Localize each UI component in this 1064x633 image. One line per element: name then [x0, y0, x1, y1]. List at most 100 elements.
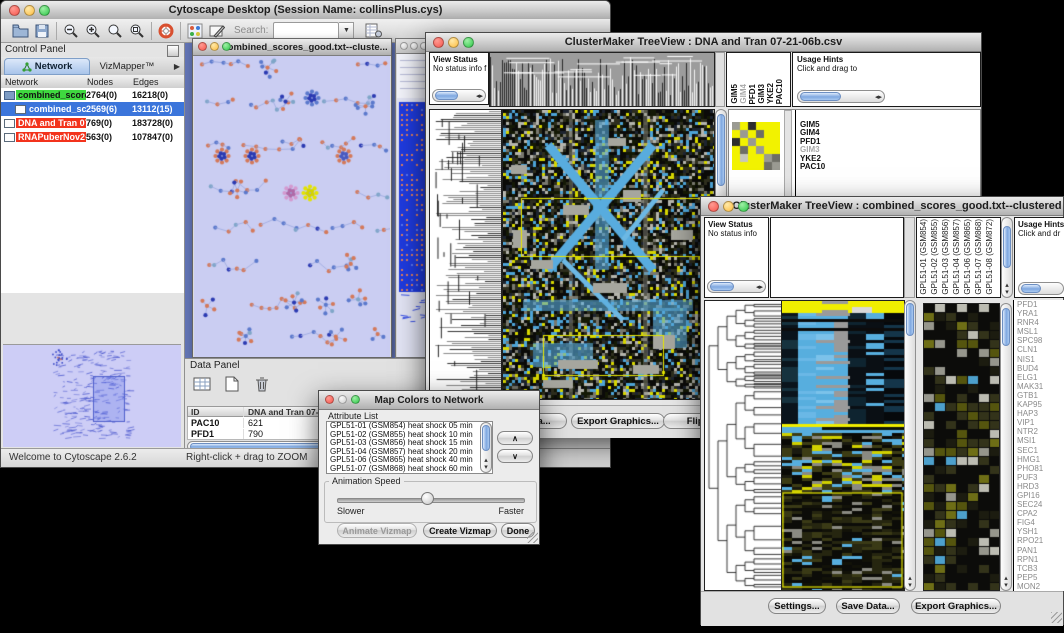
column-label[interactable]: GPL51-02 (GSM855) — [930, 219, 941, 295]
column-label[interactable]: PFD1 — [748, 84, 757, 104]
frame-minimize-button[interactable] — [210, 42, 219, 51]
network-canvas[interactable] — [194, 56, 390, 357]
scrollbar-thumb[interactable] — [717, 114, 725, 186]
gene-label[interactable]: ELG1 — [1014, 373, 1064, 382]
gene-label[interactable]: YSH1 — [1014, 527, 1064, 536]
gene-label[interactable]: RNR4 — [1014, 318, 1064, 327]
column-label[interactable]: GPL51-03 (GSM856) — [941, 219, 952, 295]
gene-label[interactable]: VIP1 — [1014, 418, 1064, 427]
zoom-selected-icon[interactable] — [104, 21, 126, 41]
splitter[interactable] — [715, 52, 725, 107]
gene-label[interactable]: GTB1 — [1014, 391, 1064, 400]
gene-label[interactable]: HRD3 — [1014, 482, 1064, 491]
scrollbar-thumb[interactable] — [906, 303, 914, 336]
scroll-arrows-icon[interactable]: ▴▾ — [1001, 575, 1011, 589]
network-list-row[interactable]: combined_sco 2569(6) 13112(15) — [1, 102, 184, 116]
scroll-arrows-icon[interactable]: ▴▾ — [481, 457, 491, 471]
gene-label[interactable]: FIG4 — [1014, 518, 1064, 527]
usage-hints-hscrollbar[interactable]: ◂▸ — [797, 90, 885, 103]
gene-label[interactable]: PFD1 — [1014, 300, 1064, 309]
tab-overflow-arrow[interactable]: ▶ — [164, 57, 184, 75]
zoom-out-icon[interactable] — [60, 21, 82, 41]
search-dropdown-arrow-icon[interactable]: ▼ — [339, 22, 354, 40]
attribute-item[interactable]: GPL51-07 (GSM868) heat shock 60 min — [327, 465, 492, 474]
frame-close-button[interactable] — [400, 42, 408, 50]
zoom-fit-icon[interactable] — [126, 21, 148, 41]
attribute-list-vscrollbar[interactable]: ▴▾ — [480, 422, 492, 473]
row-dendrogram[interactable] — [704, 300, 782, 591]
gene-label[interactable]: CLN1 — [1014, 345, 1064, 354]
scroll-arrows-icon[interactable]: ◂▸ — [756, 281, 763, 292]
gene-label[interactable]: RPO21 — [1014, 536, 1064, 545]
scrollbar-thumb[interactable] — [1002, 308, 1010, 346]
frame-close-button[interactable] — [198, 42, 207, 51]
network-list-row[interactable]: combined_scores 2764(0) 16218(0) — [1, 88, 184, 102]
secondary-heatmap[interactable] — [923, 303, 1000, 591]
scrollbar-thumb[interactable] — [710, 282, 734, 291]
column-label[interactable]: GPL51-01 (GSM854) — [919, 219, 930, 295]
gene-label[interactable]: MSL1 — [1014, 327, 1064, 336]
splitter[interactable] — [904, 217, 915, 298]
gene-label[interactable]: SEC1 — [1014, 446, 1064, 455]
select-attributes-icon[interactable] — [191, 374, 213, 394]
animate-vizmap-button[interactable]: Animate Vizmap — [337, 523, 417, 538]
treeview2-titlebar[interactable]: ClusterMaker TreeView : combined_scores_… — [701, 197, 1063, 216]
network-list-row[interactable]: DNA and Tran 07 769(0) 183728(0) — [1, 116, 184, 130]
column-label[interactable]: GIM4 — [739, 84, 748, 104]
gene-label[interactable]: NTR2 — [1014, 427, 1064, 436]
save-session-icon[interactable] — [31, 21, 53, 41]
usage-hints-hscrollbar[interactable] — [1018, 282, 1064, 295]
gene-label[interactable]: BUD4 — [1014, 364, 1064, 373]
gene-label[interactable]: RPN1 — [1014, 555, 1064, 564]
float-panel-icon[interactable] — [167, 45, 179, 57]
scrollbar-thumb[interactable] — [482, 425, 490, 451]
column-label[interactable]: GIM5 — [730, 84, 739, 104]
network-list-row[interactable]: RNAPuberNov2+ 563(0) 107847(0) — [1, 130, 184, 144]
view-status-hscrollbar[interactable]: ◂▸ — [432, 89, 486, 102]
create-vizmap-button[interactable]: Create Vizmap — [423, 523, 497, 538]
gene-label[interactable]: PHO81 — [1014, 464, 1064, 473]
gene-label[interactable]: HAP3 — [1014, 409, 1064, 418]
gene-label[interactable]: MON2 — [1014, 582, 1064, 591]
column-label[interactable]: GPL51-04 (GSM857) — [952, 219, 963, 295]
gene-label[interactable]: MSI1 — [1014, 436, 1064, 445]
tab-vizmapper[interactable]: VizMapper™ — [90, 57, 164, 75]
gene-label[interactable]: YRA1 — [1014, 309, 1064, 318]
heatmap-vscrollbar[interactable]: ▴▾ — [904, 300, 916, 591]
zoom-button[interactable] — [39, 5, 50, 16]
labels-vscrollbar[interactable]: ▴▾ — [1001, 217, 1013, 298]
column-label[interactable]: GPL51-07 (GSM868) — [974, 219, 985, 295]
gene-label[interactable]: GPI16 — [1014, 491, 1064, 500]
help-lifering-icon[interactable] — [155, 21, 177, 41]
scroll-arrows-icon[interactable]: ▴▾ — [905, 575, 915, 589]
resize-grip[interactable] — [527, 532, 538, 543]
minimize-button[interactable] — [338, 395, 347, 404]
treeview1-titlebar[interactable]: ClusterMaker TreeView : DNA and Tran 07-… — [426, 33, 981, 52]
gene-label[interactable]: NIS1 — [1014, 355, 1064, 364]
row-dendrogram[interactable] — [429, 109, 502, 400]
column-dendrogram-empty[interactable] — [770, 217, 904, 298]
search-input[interactable] — [273, 22, 339, 40]
correlation-matrix[interactable] — [732, 122, 780, 170]
heatmap[interactable] — [502, 109, 715, 400]
zoom-button[interactable] — [738, 201, 749, 212]
column-label[interactable]: GIM3 — [757, 84, 766, 104]
new-attribute-icon[interactable] — [221, 374, 243, 394]
minimize-button[interactable] — [448, 37, 459, 48]
scroll-arrows-icon[interactable]: ◂▸ — [875, 91, 882, 102]
column-dendrogram[interactable] — [489, 52, 715, 107]
minimize-button[interactable] — [24, 5, 35, 16]
scrollbar-thumb[interactable] — [435, 91, 458, 100]
column-label[interactable]: GPL51-08 (GSM872) — [985, 219, 996, 295]
gene-label[interactable]: CPA2 — [1014, 509, 1064, 518]
column-label[interactable]: PAC10 — [775, 79, 784, 104]
birdseye-view[interactable] — [3, 344, 181, 447]
close-button[interactable] — [325, 395, 334, 404]
attribute-listbox[interactable]: GPL51-01 (GSM854) heat shock 05 minGPL51… — [326, 421, 493, 474]
close-button[interactable] — [433, 37, 444, 48]
export-graphics-button[interactable]: Export Graphics... — [571, 413, 665, 429]
scrollbar-thumb[interactable] — [1021, 284, 1041, 293]
gene-label[interactable]: KAP95 — [1014, 400, 1064, 409]
close-button[interactable] — [708, 201, 719, 212]
scroll-arrows-icon[interactable]: ◂▸ — [476, 90, 483, 101]
